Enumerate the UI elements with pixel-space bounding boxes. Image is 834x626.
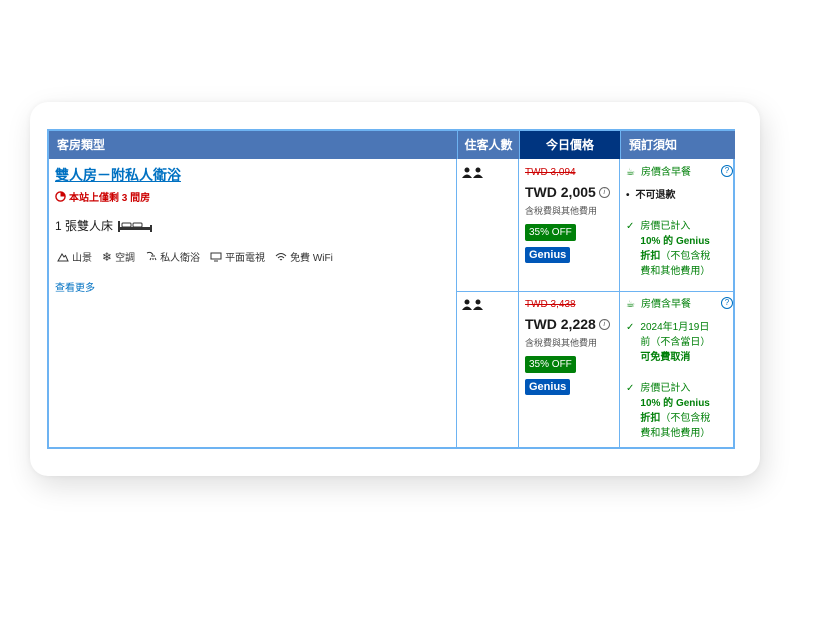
room-title-link[interactable]: 雙人房－附私人衛浴	[55, 165, 181, 185]
row-divider	[457, 291, 733, 292]
info-icon[interactable]: i	[598, 186, 610, 198]
wifi-icon	[275, 252, 287, 260]
check-icon: ✓	[626, 221, 635, 232]
snowflake-icon: ❄	[102, 249, 113, 264]
two-guests-icon	[462, 299, 483, 310]
coffee-cup-icon: ☕	[626, 299, 635, 310]
see-more-link[interactable]: 查看更多	[55, 279, 95, 294]
divider	[518, 159, 519, 447]
coffee-cup-icon: ☕	[626, 167, 635, 178]
header-policy: 預訂須知	[620, 131, 735, 159]
header-room-type: 客房類型	[49, 131, 457, 159]
original-price: TWD 3,438	[525, 299, 576, 310]
amenity-ac: ❄ 空調	[102, 249, 136, 265]
discount-badge: 35% OFF	[525, 356, 576, 373]
genius-discount-note: ✓ 房價已計入 10% 的 Genius 折扣（不包含稅 費和其他費用）	[626, 383, 711, 439]
genius-badge: Genius	[525, 247, 571, 263]
breakfast-included: ☕ 房價含早餐	[626, 167, 691, 178]
bed-text: 1 張雙人床	[55, 219, 114, 233]
info-icon[interactable]: i	[598, 318, 610, 330]
check-icon: ✓	[626, 383, 635, 394]
scarcity-text: 本站上僅剩 3 間房	[69, 193, 151, 204]
question-icon[interactable]: ?	[721, 165, 733, 177]
divider	[619, 159, 620, 447]
original-price: TWD 3,094	[525, 167, 576, 178]
amenity-bathroom: 私人衛浴	[145, 249, 200, 264]
genius-discount-note: ✓ 房價已計入 10% 的 Genius 折扣（不包含稅 費和其他費用）	[626, 221, 711, 277]
scarcity-notice: 本站上僅剩 3 間房	[55, 189, 150, 204]
amenity-mountain-view: 山景	[57, 249, 92, 264]
amenity-wifi: 免費 WiFi	[275, 249, 333, 264]
room-table: 客房類型 住客人數 今日價格 預訂須知 雙人房－附私人衛浴 本站上僅剩 3 間房…	[47, 129, 735, 449]
current-price: TWD 2,005 i	[525, 184, 610, 200]
divider	[456, 159, 457, 447]
two-guests-icon	[462, 167, 483, 178]
free-cancellation: ✓ 2024年1月19日 前（不含當日） 可免費取消	[626, 322, 711, 363]
discount-badge: 35% OFF	[525, 224, 576, 241]
current-price: TWD 2,228 i	[525, 316, 610, 332]
question-icon[interactable]: ?	[721, 297, 733, 309]
mountain-icon	[57, 252, 69, 261]
check-icon: ✓	[626, 322, 635, 333]
amenities-list: 山景 ❄ 空調 私人衛浴 平面電視 免費 WiFi	[57, 249, 333, 264]
tv-icon	[210, 252, 222, 261]
bullet-icon: •	[626, 190, 630, 201]
tax-note: 含稅費與其他費用	[525, 338, 598, 348]
tax-note: 含稅費與其他費用	[525, 206, 598, 216]
genius-badge: Genius	[525, 379, 571, 395]
bed-info: 1 張雙人床	[55, 217, 153, 234]
breakfast-included: ☕ 房價含早餐	[626, 299, 691, 310]
amenity-tv: 平面電視	[210, 249, 265, 264]
clock-icon	[55, 191, 66, 202]
header-guests: 住客人數	[457, 131, 519, 159]
shower-icon	[146, 251, 157, 260]
bed-icon	[118, 220, 153, 232]
non-refundable: • 不可退款	[626, 190, 676, 201]
header-price: 今日價格	[519, 131, 620, 159]
